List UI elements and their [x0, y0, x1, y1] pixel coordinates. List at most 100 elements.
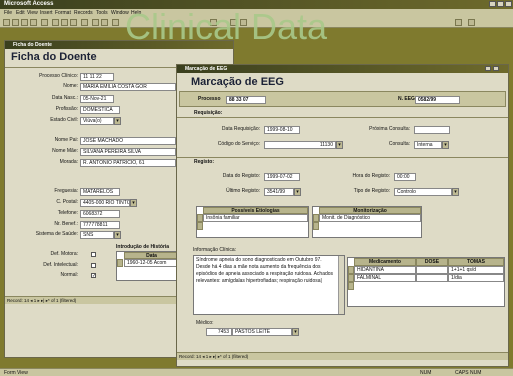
label-def-intelectual: Def. Intelectual: [43, 262, 78, 268]
field-estado-civil[interactable]: Viúva(o) [80, 117, 114, 125]
field-codigo-postal[interactable]: 4405-000 RIO TINTO [80, 199, 130, 207]
eeg-form-close-button[interactable] [493, 66, 499, 71]
tipo-registo-dropdown-icon[interactable]: ▾ [452, 188, 459, 196]
field-telefone[interactable]: 6068372 [80, 210, 120, 218]
field-processo[interactable]: 88 33 07 [226, 96, 266, 104]
field-nome-pai[interactable]: JOSÉ MACHADO [80, 137, 176, 145]
field-consulta[interactable]: Interna [414, 141, 442, 149]
historia-row[interactable]: 1960-12-05 Acom [124, 259, 179, 267]
field-ultimo-registo[interactable]: 3541/99 [264, 188, 294, 196]
informacao-clinica-textarea[interactable]: Síndrome apneia do sono diagnosticado em… [193, 255, 345, 315]
eeg-form-title-bar: Marcação de EEG [177, 65, 508, 73]
sistema-saude-dropdown-icon[interactable]: ▾ [114, 231, 121, 239]
codigo-servico-dropdown-icon[interactable]: ▾ [336, 141, 343, 149]
database-window-icon[interactable] [455, 19, 462, 26]
med-cell-tomas[interactable]: 1+1+1 qs/d [448, 266, 504, 274]
label-processo-clinico: Processo Clínico: [39, 73, 78, 79]
undo-icon[interactable] [81, 19, 88, 26]
historia-row-selector[interactable] [117, 259, 123, 267]
field-freguesia[interactable]: MATARELOS [80, 188, 120, 196]
app-maximize-button[interactable] [497, 1, 504, 7]
help-icon[interactable] [468, 19, 475, 26]
field-codigo-servico[interactable]: 11130 [264, 141, 336, 149]
field-nr-beneficiario[interactable]: 777778811 [80, 221, 120, 229]
field-medico-name[interactable]: PASTOS LEITE [232, 328, 292, 336]
field-morada[interactable]: R. ANTÓNIO PATRÍCIO, 61 [80, 159, 176, 167]
field-nome-mae[interactable]: SILVANA PEREIRA SILVA [80, 148, 176, 156]
consulta-dropdown-icon[interactable]: ▾ [442, 141, 449, 149]
checkbox-def-motora[interactable] [91, 252, 96, 257]
menu-item-insert[interactable]: Insert [40, 10, 53, 16]
field-medico-code[interactable]: 7453 [206, 328, 232, 336]
app-minimize-button[interactable] [489, 1, 496, 7]
menu-item-edit[interactable]: Edit [16, 10, 25, 16]
etiologias-row[interactable]: Insônia familiar [203, 214, 308, 222]
etiologias-new-row-selector[interactable] [197, 222, 203, 230]
eeg-record-navigator: Record: 14 ◂ 1 ▸ ▸| ▸* of 1 (filtered) [177, 352, 508, 360]
label-consulta: Consulta: [388, 141, 410, 147]
estado-civil-dropdown-icon[interactable]: ▾ [114, 117, 121, 125]
field-hora-registo[interactable]: 00:00 [394, 173, 416, 181]
med-cell-dose[interactable] [416, 266, 448, 274]
med-cell-dose[interactable] [416, 274, 448, 282]
sort-asc-icon[interactable] [92, 19, 99, 26]
filter-icon[interactable] [112, 19, 119, 26]
med-cell-medicamento[interactable]: FALMINAL [354, 274, 416, 282]
paste-icon[interactable] [70, 19, 77, 26]
preview-icon[interactable] [30, 19, 37, 26]
menu-item-format[interactable]: Format [55, 10, 71, 16]
app-title: Microsoft Access [4, 1, 54, 7]
menu-item-view[interactable]: View [27, 10, 38, 16]
menu-item-records[interactable]: Records [74, 10, 93, 16]
med-cell-tomas[interactable]: 1/dia [448, 274, 504, 282]
field-data-requisicao[interactable]: 1999-08-10 [264, 126, 300, 134]
field-tipo-registo[interactable]: Controlo [394, 188, 452, 196]
checkbox-def-intelectual[interactable] [91, 263, 96, 268]
monitorizacao-new-row-selector[interactable] [313, 222, 319, 230]
field-n-eeg[interactable]: 0582/99 [415, 96, 460, 104]
sort-desc-icon[interactable] [101, 19, 108, 26]
view-icon[interactable] [3, 19, 10, 26]
checkbox-normal[interactable]: ✓ [91, 273, 96, 279]
patient-record-nav-text[interactable]: Record: 14 ◂ 1 ▸ ▸| ▸* of 1 (filtered) [7, 298, 76, 304]
historia-col-data: Data [124, 252, 179, 259]
patient-form-heading: Ficha do Doente [11, 51, 97, 63]
med-cell-medicamento[interactable]: HIDANTINA [354, 266, 416, 274]
label-ultimo-registo: Último Registo: [226, 188, 260, 194]
eeg-record-nav-text[interactable]: Record: 14 ◂ 1 ▸ ▸| ▸* of 1 (filtered) [179, 354, 248, 360]
monitorizacao-row[interactable]: Monit. de Diagnóstico [319, 214, 421, 222]
cut-icon[interactable] [52, 19, 59, 26]
label-data-nasc: Data Nasc.: [51, 95, 78, 101]
label-proxima-consulta: Próxima Consulta: [369, 126, 410, 132]
field-processo-clinico[interactable]: 11 11 22 [80, 73, 114, 81]
label-morada: Morada: [59, 159, 78, 165]
field-profissao[interactable]: DOMESTICA [80, 106, 120, 114]
save-icon[interactable] [12, 19, 19, 26]
label-data-requisicao: Data Requisição: [221, 126, 260, 132]
status-bar: Form View NUM CAPS NUM [0, 368, 513, 376]
medico-dropdown-icon[interactable]: ▾ [292, 328, 299, 336]
label-freguesia: Freguesia: [54, 188, 78, 194]
med-new-row-selector[interactable] [348, 282, 354, 290]
codigo-postal-dropdown-icon[interactable]: ▾ [130, 199, 137, 207]
label-nr-beneficiario: Nr. Benef.: [54, 221, 78, 227]
menu-item-tools[interactable]: Tools [96, 10, 108, 16]
app-close-button[interactable] [505, 1, 512, 7]
spelling-icon[interactable] [41, 19, 48, 26]
field-nome[interactable]: MARIA EMILIA COSTA GOR [80, 83, 176, 91]
eeg-form-minimize-button[interactable] [485, 66, 491, 71]
section-requisicao: Requisição: [194, 110, 223, 116]
print-icon[interactable] [21, 19, 28, 26]
eeg-form-heading: Marcação de EEG [191, 76, 284, 88]
field-sistema-saude[interactable]: SNS [80, 231, 114, 239]
label-informacao-clinica: Informação Clínica: [193, 247, 237, 253]
informacao-clinica-scrollbar[interactable] [338, 256, 344, 314]
menu-item-file[interactable]: File [4, 10, 12, 16]
historia-title: Introdução de História [116, 244, 170, 250]
copy-icon[interactable] [61, 19, 68, 26]
field-data-nasc[interactable]: 05-Nov-21 [80, 95, 114, 103]
status-indicator-num: NUM [420, 370, 432, 376]
field-data-registo[interactable]: 1999-07-02 [264, 173, 300, 181]
ultimo-registo-dropdown-icon[interactable]: ▾ [294, 188, 301, 196]
field-proxima-consulta[interactable] [414, 126, 450, 134]
